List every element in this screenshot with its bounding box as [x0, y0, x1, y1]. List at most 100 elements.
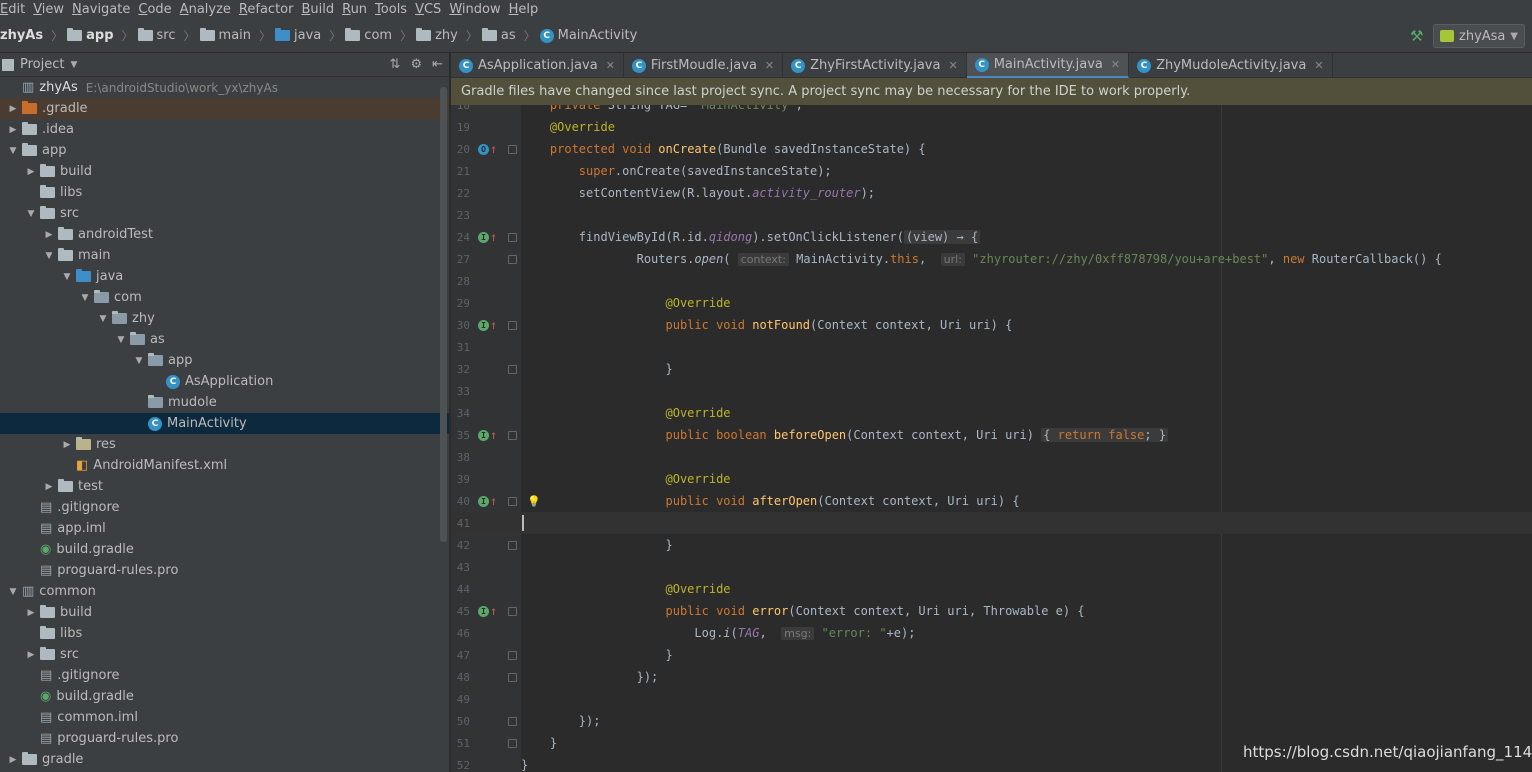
tree-item[interactable]: ▼ src — [0, 203, 449, 224]
close-icon[interactable]: ✕ — [1314, 59, 1323, 72]
code-line[interactable]: 23 — [451, 204, 1532, 226]
tree-item[interactable]: ▼ app — [0, 350, 449, 371]
code-line[interactable]: 29 @Override — [451, 292, 1532, 314]
breadcrumb-item[interactable]: C MainActivity — [539, 19, 644, 53]
tree-item[interactable]: ▶ build — [0, 602, 449, 623]
fold-marker-icon[interactable] — [508, 716, 517, 726]
collapse-arrow-icon[interactable]: ▼ — [94, 314, 112, 324]
collapse-arrow-icon[interactable]: ▼ — [22, 209, 40, 219]
code-line[interactable]: 22 setContentView(R.layout.activity_rout… — [451, 182, 1532, 204]
breadcrumb-item[interactable]: app — [67, 19, 119, 53]
tree-item[interactable]: libs — [0, 182, 449, 203]
build-hammer-icon[interactable]: ⚒ — [1410, 27, 1423, 45]
code-line[interactable]: 28 — [451, 270, 1532, 292]
collapse-arrow-icon[interactable]: ▼ — [4, 146, 22, 156]
override-marker-icon[interactable]: I ↑ — [478, 231, 497, 243]
close-icon[interactable]: ✕ — [606, 59, 615, 72]
tree-item[interactable]: ▤ proguard-rules.pro — [0, 728, 449, 749]
expand-arrow-icon[interactable]: ▶ — [58, 440, 76, 450]
close-icon[interactable]: ✕ — [765, 59, 774, 72]
code-line[interactable]: 30 I ↑ public void notFound(Context contex… — [451, 314, 1532, 336]
code-line[interactable]: 33 — [451, 380, 1532, 402]
expand-arrow-icon[interactable]: ▶ — [4, 125, 22, 135]
tree-item[interactable]: ▶ test — [0, 476, 449, 497]
expand-arrow-icon[interactable]: ▶ — [40, 230, 58, 240]
collapse-arrow-icon[interactable]: ▼ — [130, 356, 148, 366]
tree-item[interactable]: ▼ ▥ common — [0, 581, 449, 602]
code-line[interactable]: 18 private String TAG= "MainActivity"; — [451, 105, 1532, 116]
menu-refactor[interactable]: Refactor — [237, 2, 300, 17]
collapse-arrow-icon[interactable]: ▼ — [40, 251, 58, 261]
fold-marker-icon[interactable] — [508, 672, 517, 682]
override-marker-icon[interactable]: I ↑ — [478, 429, 497, 441]
tree-item[interactable]: C MainActivity — [0, 413, 449, 434]
project-view-select[interactable]: Project — [20, 57, 64, 72]
code-line[interactable]: 45 I ↑ public void error(Context context, … — [451, 600, 1532, 622]
code-line[interactable]: 46 Log.i(TAG, msg: "error: "+e); — [451, 622, 1532, 644]
collapse-arrow-icon[interactable]: ▼ — [58, 272, 76, 282]
tree-item[interactable]: ▼ as — [0, 329, 449, 350]
gear-icon[interactable]: ⚙ — [410, 57, 422, 72]
code-line[interactable]: 38 — [451, 446, 1532, 468]
menu-navigate[interactable]: Navigate — [70, 2, 136, 17]
menu-run[interactable]: Run — [340, 2, 373, 17]
menu-tools[interactable]: Tools — [373, 2, 413, 17]
menu-help[interactable]: Help — [507, 2, 545, 17]
editor-tab[interactable]: C ZhyMudoleActivity.java ✕ — [1129, 53, 1333, 78]
tree-item[interactable]: mudole — [0, 392, 449, 413]
tree-item[interactable]: ▼ java — [0, 266, 449, 287]
close-icon[interactable]: ✕ — [948, 59, 957, 72]
code-line[interactable]: 40 I ↑ 💡 public void afterOpen(Context cont… — [451, 490, 1532, 512]
fold-marker-icon[interactable] — [508, 144, 517, 154]
editor-tab[interactable]: C MainActivity.java ✕ — [966, 53, 1130, 78]
fold-marker-icon[interactable] — [508, 540, 517, 550]
tree-item[interactable]: ▤ common.iml — [0, 707, 449, 728]
code-line[interactable]: 42 } — [451, 534, 1532, 556]
collapse-arrow-icon[interactable]: ▼ — [76, 293, 94, 303]
fold-marker-icon[interactable] — [508, 364, 517, 374]
tree-item[interactable]: ▶ .idea — [0, 119, 449, 140]
override-marker-icon[interactable]: I ↑ — [478, 319, 497, 331]
code-line[interactable]: 21 super.onCreate(savedInstanceState); — [451, 160, 1532, 182]
menu-vcs[interactable]: VCS — [413, 2, 447, 17]
breadcrumb-item[interactable]: zhyAs — [0, 19, 49, 53]
fold-marker-icon[interactable] — [508, 232, 517, 242]
code-line[interactable]: 48 }); — [451, 666, 1532, 688]
code-line[interactable]: 49 — [451, 688, 1532, 710]
fold-marker-icon[interactable] — [508, 738, 517, 748]
expand-arrow-icon[interactable]: ▶ — [4, 104, 22, 114]
tree-item[interactable]: ▼ app — [0, 140, 449, 161]
expand-arrow-icon[interactable]: ▶ — [22, 608, 40, 618]
code-line[interactable]: 27 Routers.open( context: MainActivity.t… — [451, 248, 1532, 270]
breadcrumb-item[interactable]: main — [199, 19, 257, 53]
tree-item[interactable]: ◧ AndroidManifest.xml — [0, 455, 449, 476]
fold-marker-icon[interactable] — [508, 650, 517, 660]
code-line[interactable]: 19 @Override — [451, 116, 1532, 138]
fold-marker-icon[interactable] — [508, 496, 517, 506]
breadcrumb-item[interactable]: as — [481, 19, 522, 53]
expand-arrow-icon[interactable]: ▶ — [4, 755, 22, 765]
expand-arrow-icon[interactable]: ▶ — [22, 167, 40, 177]
code-line[interactable]: 35 I ↑ public boolean beforeOpen(Context c… — [451, 424, 1532, 446]
tree-item[interactable]: libs — [0, 623, 449, 644]
fold-marker-icon[interactable] — [508, 320, 517, 330]
tree-item[interactable]: ▶ androidTest — [0, 224, 449, 245]
breadcrumb-item[interactable]: java — [275, 19, 327, 53]
code-line[interactable]: 31 — [451, 336, 1532, 358]
menu-build[interactable]: Build — [299, 2, 340, 17]
tree-item[interactable]: ▶ res — [0, 434, 449, 455]
tree-item[interactable]: ▤ .gitignore — [0, 665, 449, 686]
close-icon[interactable]: ✕ — [1111, 58, 1120, 71]
breadcrumb-item[interactable]: src — [137, 19, 182, 53]
code-line[interactable]: 44 @Override — [451, 578, 1532, 600]
tree-item[interactable]: ▤ proguard-rules.pro — [0, 560, 449, 581]
tree-item[interactable]: ▥ zhyAs E:\androidStudio\work_yx\zhyAs — [0, 77, 449, 98]
tree-item[interactable]: C AsApplication — [0, 371, 449, 392]
override-marker-icon[interactable]: O ↑ — [478, 143, 497, 155]
code-line[interactable]: 32 } — [451, 358, 1532, 380]
menu-window[interactable]: Window — [447, 2, 506, 17]
tree-item[interactable]: ▶ gradle — [0, 749, 449, 770]
collapse-arrow-icon[interactable]: ▼ — [112, 335, 130, 345]
menu-code[interactable]: Code — [136, 2, 177, 17]
fold-marker-icon[interactable] — [508, 430, 517, 440]
